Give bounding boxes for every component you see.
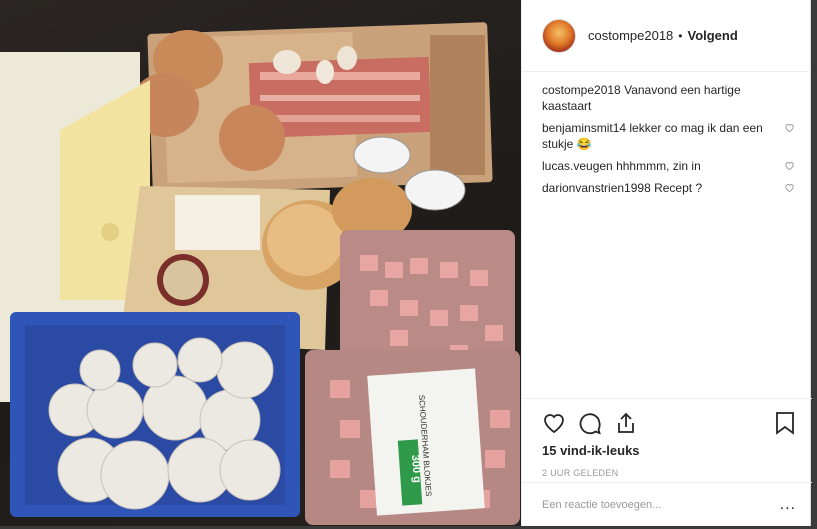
ham-pack-weight: 300 g: [409, 454, 423, 483]
caption-username[interactable]: costompe2018: [542, 83, 621, 97]
comment-heart-icon[interactable]: [784, 182, 795, 193]
more-options-icon[interactable]: ...: [780, 496, 796, 514]
heart-icon[interactable]: [542, 411, 566, 435]
comment-input[interactable]: Een reactie toevoegen...: [542, 499, 661, 511]
food-photo-illustration: SCHOUDERHAM BLOKJES 300 g: [0, 22, 520, 525]
comment-heart-icon[interactable]: [784, 122, 795, 133]
follow-button[interactable]: Volgend: [687, 28, 737, 43]
add-comment-bar: Een reactie toevoegen... ...: [522, 482, 812, 526]
header-username[interactable]: costompe2018: [588, 28, 673, 43]
instagram-post: SCHOUDERHAM BLOKJES 300 g costompe2018 •…: [0, 0, 812, 526]
comment-item: lucas.veugen hhhmmm, zin in: [542, 158, 795, 174]
share-icon[interactable]: [614, 411, 638, 435]
comment-username[interactable]: lucas.veugen: [542, 159, 613, 173]
comment-username[interactable]: darionvanstrien1998: [542, 181, 651, 195]
post-photo[interactable]: SCHOUDERHAM BLOKJES 300 g: [0, 0, 521, 526]
comment-icon[interactable]: [578, 411, 602, 435]
post-header: costompe2018 • Volgend: [522, 0, 811, 72]
header-separator: •: [678, 28, 683, 43]
action-icons: [542, 407, 796, 439]
bookmark-icon[interactable]: [774, 411, 796, 435]
likes-count[interactable]: 15 vind-ik-leuks: [542, 443, 796, 458]
comment-item: benjaminsmit14 lekker co mag ik dan een …: [542, 120, 795, 152]
comments-list: costompe2018 Vanavond een hartige kaasta…: [522, 72, 811, 196]
comment-text: hhhmmm, zin in: [616, 159, 701, 173]
caption: costompe2018 Vanavond een hartige kaasta…: [542, 82, 795, 114]
avatar[interactable]: [542, 18, 576, 53]
comment-item: darionvanstrien1998 Recept ?: [542, 180, 795, 196]
post-timestamp: 2 UUR GELEDEN: [542, 468, 619, 478]
post-sidebar: costompe2018 • Volgend costompe2018 Vana…: [521, 0, 812, 526]
comment-text: Recept ?: [654, 181, 703, 195]
comment-username[interactable]: benjaminsmit14: [542, 121, 626, 135]
post-actions: 15 vind-ik-leuks 2 UUR GELEDEN: [522, 398, 812, 478]
comment-heart-icon[interactable]: [784, 160, 795, 171]
